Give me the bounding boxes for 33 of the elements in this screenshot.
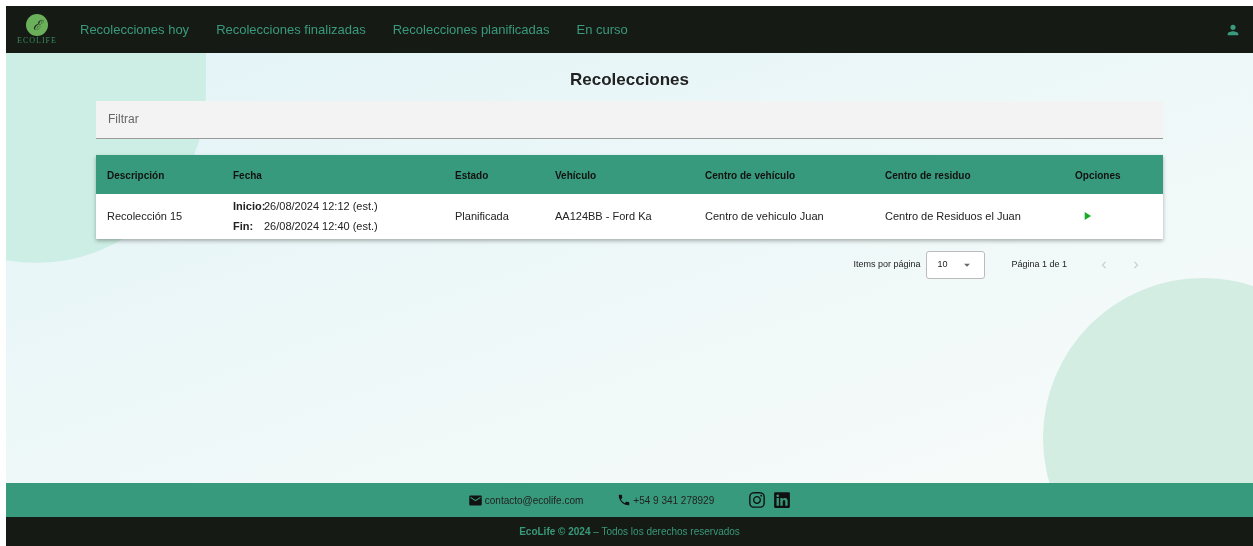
page-title: Recolecciones [569,69,690,91]
table-cell: Recolección 15 [107,209,183,222]
table-cell-text: 26/08/2024 12:40 (est.) [264,218,378,234]
nav-link[interactable]: Recolecciones hoy [80,19,190,40]
logo-text: ECOLIFE [17,37,57,45]
instagram-icon[interactable] [748,491,767,509]
page-info: Página 1 de 1 [1011,257,1067,271]
table-cell: Centro de vehiculo Juan [705,209,824,222]
table-cell: AA124BB - Ford Ka [555,209,652,222]
column-header: Estado [455,170,489,181]
column-header: Descripción [107,170,165,181]
copyright-text: EcoLife © 2024 – Todos los derechos reservados [519,525,740,539]
email-link[interactable]: contacto@ecolife.com [484,492,584,508]
nav-link[interactable]: Recolecciones finalizadas [216,19,366,40]
column-header: Centro de vehículo [705,170,795,181]
page-size-select[interactable]: 10 [926,250,986,279]
nav-link[interactable]: En curso [576,19,628,40]
column-header: Vehículo [555,170,597,181]
table-cell-text: 26/08/2024 12:12 (est.) [264,199,378,214]
phone-icon [617,493,632,507]
column-header: Centro de residuo [885,170,971,181]
table-cell: Planificada [455,209,509,222]
column-header: Opciones [1075,170,1121,181]
linkedin-icon[interactable] [773,491,792,509]
items-per-page-label: Items por página [853,257,921,271]
nav-link[interactable]: Recolecciones planificadas [392,19,550,40]
table-cell: Centro de Residuos el Juan [885,209,1021,222]
filter-field[interactable]: Filtrar [96,100,1163,139]
date-label: Inicio: [233,199,264,214]
ecolife-logo[interactable]: ℰ ECOLIFE [10,14,64,45]
phone-number: +54 9 341 278929 [633,493,715,508]
column-header: Fecha [233,170,262,181]
date-label: Fin: [233,218,255,234]
